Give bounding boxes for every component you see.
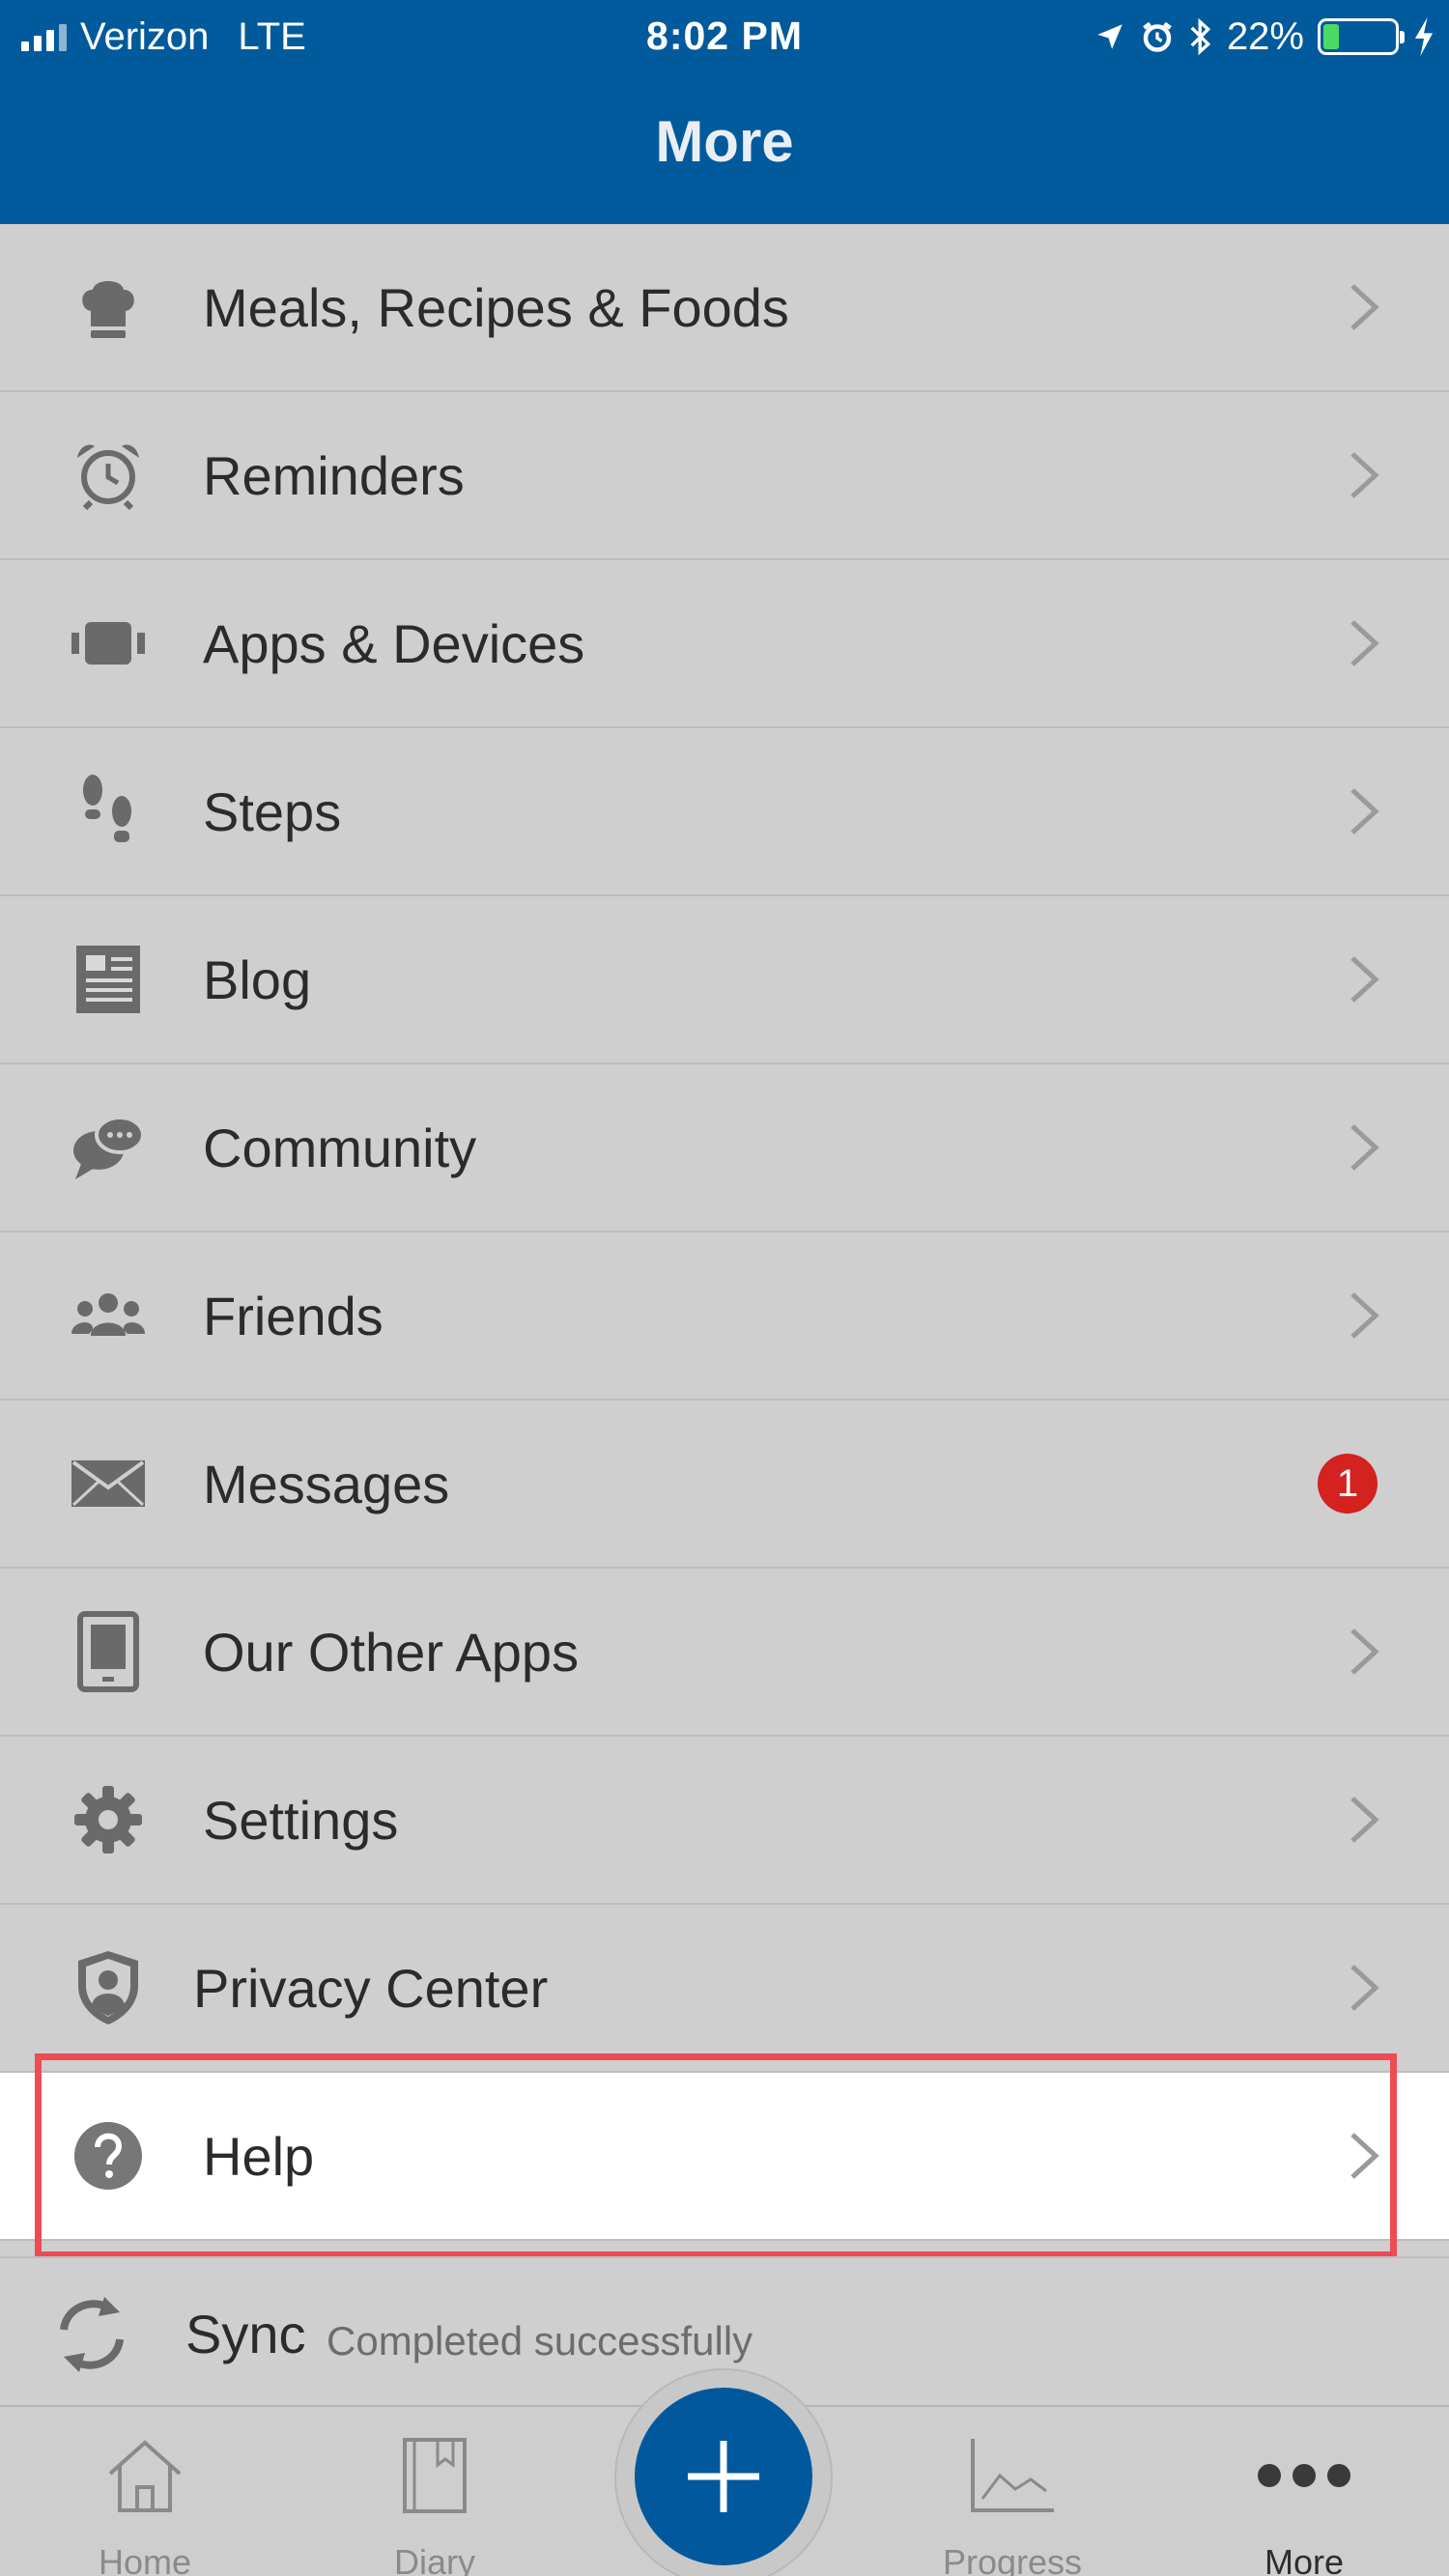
chart-line-icon xyxy=(964,2432,1061,2519)
menu-item-steps[interactable]: Steps xyxy=(0,728,1449,896)
menu-item-label: Settings xyxy=(203,1789,399,1851)
plus-icon xyxy=(688,2441,759,2512)
location-icon xyxy=(1097,24,1122,49)
chevron-right-icon xyxy=(1350,2133,1379,2179)
wristband-icon xyxy=(70,605,147,682)
more-dots-icon xyxy=(1256,2432,1352,2519)
battery-icon xyxy=(1318,18,1405,55)
chevron-right-icon xyxy=(1350,1628,1379,1675)
alarm-clock-icon xyxy=(70,437,147,514)
menu-item-meals-recipes-foods[interactable]: Meals, Recipes & Foods xyxy=(0,224,1449,392)
chevron-right-icon xyxy=(1350,1965,1379,2011)
sync-icon xyxy=(60,2297,124,2372)
add-button[interactable] xyxy=(635,2388,812,2565)
chevron-right-icon xyxy=(1350,1797,1379,1843)
menu-item-privacy-center[interactable]: Privacy Center xyxy=(0,1905,1449,2073)
tab-diary[interactable]: Diary xyxy=(338,2407,531,2576)
menu-item-label: Privacy Center xyxy=(193,1957,549,2019)
menu-item-label: Our Other Apps xyxy=(203,1621,580,1683)
battery-percent: 22% xyxy=(1226,14,1304,58)
page-title: More xyxy=(655,109,794,174)
charging-icon xyxy=(1414,17,1434,56)
shield-user-icon xyxy=(70,1949,147,2026)
menu-item-label: Community xyxy=(203,1117,477,1178)
tab-label: Diary xyxy=(393,2542,475,2576)
top-bar: Verizon LTE 8:02 PM 22% More xyxy=(0,0,1449,224)
chevron-right-icon xyxy=(1350,452,1379,498)
bluetooth-icon xyxy=(1190,17,1211,56)
more-menu-list: Meals, Recipes & Foods Reminders Apps & … xyxy=(0,224,1449,2241)
menu-item-label: Messages xyxy=(203,1453,450,1514)
alarm-icon xyxy=(1143,21,1172,52)
tab-label: Home xyxy=(98,2542,192,2576)
menu-item-label: Friends xyxy=(203,1285,384,1346)
menu-item-community[interactable]: Community xyxy=(0,1064,1449,1232)
menu-item-reminders[interactable]: Reminders xyxy=(0,392,1449,560)
chevron-right-icon xyxy=(1350,1292,1379,1339)
chef-hat-icon xyxy=(70,269,147,346)
people-icon xyxy=(70,1277,147,1354)
footprints-icon xyxy=(70,773,147,850)
menu-item-label: Steps xyxy=(203,780,342,842)
question-circle-icon xyxy=(70,2117,147,2194)
menu-item-label: Apps & Devices xyxy=(203,612,585,674)
menu-item-friends[interactable]: Friends xyxy=(0,1232,1449,1401)
menu-item-help[interactable]: Help xyxy=(0,2073,1449,2241)
tablet-icon xyxy=(70,1611,147,1692)
chevron-right-icon xyxy=(1350,1124,1379,1171)
menu-item-label: Blog xyxy=(203,948,312,1010)
chevron-right-icon xyxy=(1350,788,1379,835)
chevron-right-icon xyxy=(1350,956,1379,1003)
tab-home[interactable]: Home xyxy=(48,2407,242,2576)
status-bar: Verizon LTE 8:02 PM 22% xyxy=(0,0,1449,73)
book-icon xyxy=(386,2432,483,2519)
home-icon xyxy=(97,2432,193,2519)
status-right: 22% xyxy=(1094,12,1435,62)
menu-item-our-other-apps[interactable]: Our Other Apps xyxy=(0,1569,1449,1737)
menu-item-blog[interactable]: Blog xyxy=(0,896,1449,1064)
tab-label: More xyxy=(1264,2542,1345,2576)
chevron-right-icon xyxy=(1350,620,1379,666)
tab-label: Progress xyxy=(942,2542,1083,2576)
newspaper-icon xyxy=(70,941,147,1018)
sync-label: Sync xyxy=(185,2304,306,2364)
chat-bubbles-icon xyxy=(70,1109,147,1186)
menu-item-messages[interactable]: Messages 1 xyxy=(0,1401,1449,1569)
unread-count-badge: 1 xyxy=(1318,1454,1378,1514)
sync-status-text: Completed successfully xyxy=(327,2318,753,2364)
tab-more[interactable]: More xyxy=(1208,2407,1401,2576)
envelope-icon xyxy=(70,1445,147,1522)
tab-progress[interactable]: Progress xyxy=(916,2407,1109,2576)
menu-item-apps-devices[interactable]: Apps & Devices xyxy=(0,560,1449,728)
menu-item-label: Reminders xyxy=(203,444,465,506)
menu-item-settings[interactable]: Settings xyxy=(0,1737,1449,1905)
menu-item-label: Help xyxy=(203,2125,315,2187)
chevron-right-icon xyxy=(1350,284,1379,330)
menu-item-label: Meals, Recipes & Foods xyxy=(203,276,789,338)
gear-icon xyxy=(70,1781,147,1858)
